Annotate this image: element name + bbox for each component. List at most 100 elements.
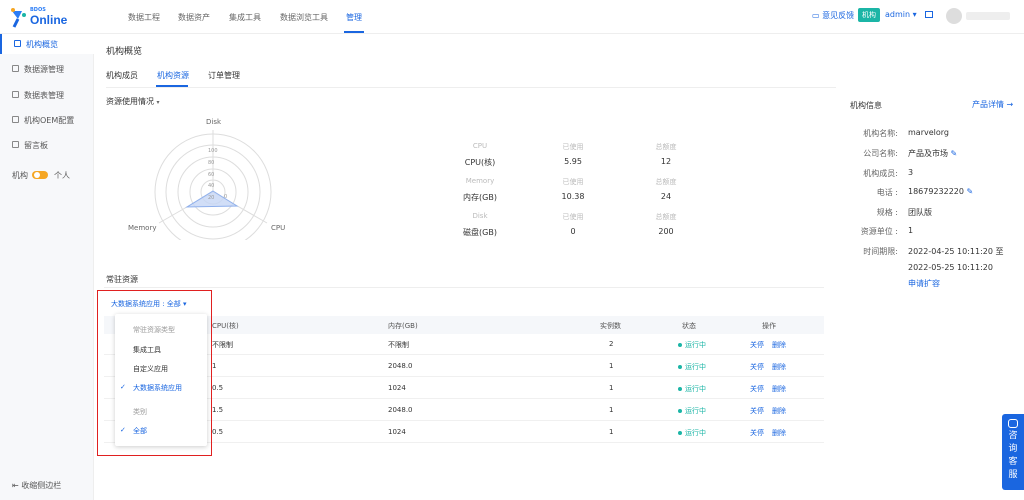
res-disk-total: 200: [658, 227, 674, 236]
cell-memory: 2048.0: [388, 362, 413, 370]
feedback-link[interactable]: ▭ 意见反馈: [812, 10, 854, 21]
info-value-period-start: 2022-04-25 10:11:20 至: [908, 247, 1004, 256]
admin-menu[interactable]: admin ▾: [885, 10, 917, 19]
sidebar-item-oem-config[interactable]: 机构OEM配置: [0, 110, 94, 130]
info-value-period-end: 2022-05-25 10:11:20: [908, 263, 993, 272]
res-cpu-total: 12: [660, 157, 672, 166]
nav-data-assets[interactable]: 数据资产: [178, 12, 210, 23]
tab-org-members[interactable]: 机构成员: [106, 70, 138, 81]
delete-button[interactable]: 删除: [772, 340, 786, 350]
info-label-spec: 规格 :: [876, 208, 898, 217]
info-value-members: 3: [908, 168, 914, 177]
section-divider: [104, 287, 824, 288]
collapse-sidebar-button[interactable]: ⇤ 收缩侧边栏: [12, 480, 61, 491]
delete-button[interactable]: 删除: [772, 362, 786, 372]
tab-org-resources[interactable]: 机构资源: [157, 70, 189, 81]
cell-cpu: 0.5: [212, 384, 224, 392]
nav-management[interactable]: 管理: [346, 12, 362, 23]
phone-label: 电话 :: [876, 188, 898, 197]
radar-tick: 80: [208, 160, 214, 166]
info-label-period: 时间期限:: [863, 247, 898, 256]
product-detail-link[interactable]: 产品详情 →: [972, 99, 1013, 110]
info-label-resource-unit: 资源单位 :: [860, 227, 898, 236]
table-row: 不限制 不限制 2 运行中 关停 删除: [104, 334, 824, 355]
cell-cpu: 不限制: [212, 341, 233, 349]
edit-icon[interactable]: ✎: [951, 149, 958, 158]
status-dot: [678, 365, 682, 369]
nav-data-engineering[interactable]: 数据工程: [128, 12, 160, 23]
tab-order-management[interactable]: 订单管理: [208, 70, 240, 81]
cell-memory: 1024: [388, 384, 406, 392]
resource-usage-label: 资源使用情况: [106, 97, 154, 106]
kefu-char: 客: [1008, 457, 1018, 467]
cell-cpu: 1.5: [212, 406, 224, 414]
resident-resources-label: 常驻资源: [106, 275, 138, 284]
info-label-members: 机构成员:: [863, 169, 898, 178]
res-total-header: 总额度: [655, 178, 677, 186]
kefu-char: 询: [1008, 444, 1018, 454]
oem-icon: [12, 116, 19, 123]
customer-service-button[interactable]: 咨 询 客 服: [1002, 414, 1024, 490]
delete-button[interactable]: 删除: [772, 384, 786, 394]
info-value-spec: 团队版: [908, 208, 932, 217]
org-personal-toggle[interactable]: [32, 171, 48, 179]
cell-status: 运行中: [678, 428, 706, 438]
status-text: 运行中: [685, 385, 706, 393]
stop-button[interactable]: 关停: [750, 406, 764, 416]
sidebar-item-datatable[interactable]: 数据表管理: [0, 85, 94, 105]
col-header-actions: 操作: [762, 322, 776, 330]
cell-instances: 1: [609, 362, 614, 370]
nav-integration-tools[interactable]: 集成工具: [229, 12, 261, 23]
kefu-char: 服: [1008, 470, 1018, 480]
monitor-icon[interactable]: [925, 11, 933, 18]
username-blurred: [966, 12, 1010, 20]
org-badge[interactable]: 机构: [858, 8, 880, 22]
sidebar-item-message-board[interactable]: 留言板: [0, 135, 94, 155]
phone-number: 18679232220: [908, 187, 964, 196]
cell-status: 运行中: [678, 384, 706, 394]
res-memory-total: 24: [660, 192, 672, 201]
resource-usage-toggle[interactable]: 资源使用情况 ▾: [106, 96, 160, 107]
res-used-header: 已使用: [562, 178, 584, 186]
feedback-label: 意见反馈: [822, 11, 855, 20]
sidebar-item-datasource[interactable]: 数据源管理: [0, 59, 94, 79]
delete-button[interactable]: 删除: [772, 428, 786, 438]
stop-button[interactable]: 关停: [750, 362, 764, 372]
res-used-header: 已使用: [562, 213, 584, 221]
table-row: 0.5 1024 1 运行中 关停 删除: [104, 378, 824, 399]
stop-button[interactable]: 关停: [750, 428, 764, 438]
status-dot: [678, 387, 682, 391]
logo[interactable]: BDOS Online: [8, 7, 78, 29]
radar-tick: 40: [208, 183, 214, 189]
radar-axis-label-memory: Memory: [128, 224, 156, 232]
sidebar-item-label: 机构OEM配置: [24, 116, 75, 125]
logo-icon: [11, 8, 26, 28]
res-row-cpu: CPU(核): [464, 158, 496, 167]
table-icon: [12, 91, 19, 98]
stop-button[interactable]: 关停: [750, 384, 764, 394]
sidebar-item-label: 数据源管理: [24, 65, 64, 74]
nav-data-browse-tools[interactable]: 数据浏览工具: [280, 12, 328, 23]
cell-memory: 1024: [388, 428, 406, 436]
res-cpu-used: 5.95: [564, 157, 582, 166]
cell-cpu: 1: [212, 362, 217, 370]
avatar[interactable]: [946, 8, 962, 24]
table-row: 1.5 2048.0 1 运行中 关停 删除: [104, 400, 824, 421]
apply-expansion-link[interactable]: 申请扩容: [908, 278, 940, 289]
stop-button[interactable]: 关停: [750, 340, 764, 350]
delete-button[interactable]: 删除: [772, 406, 786, 416]
radar-tick: 0: [224, 194, 227, 200]
edit-icon[interactable]: ✎: [967, 187, 974, 196]
cell-status: 运行中: [678, 362, 706, 372]
resident-table-header: CPU(核) 内存(GB) 实例数 状态 操作: [104, 316, 824, 334]
page-title: 机构概览: [106, 47, 143, 57]
info-value-resource-unit: 1: [908, 226, 914, 235]
datasource-icon: [12, 65, 19, 72]
sidebar-item-org-overview[interactable]: 机构概览: [0, 34, 94, 54]
resource-radar-chart: 100 80 60 40 20 0 Disk CPU Memory: [128, 118, 285, 240]
res-disk-used: 0: [570, 227, 576, 236]
table-row: 1 2048.0 1 运行中 关停 删除: [104, 356, 824, 377]
toggle-left-label: 机构: [12, 171, 28, 180]
top-bar: BDOS Online 数据工程 数据资产 集成工具 数据浏览工具 管理 ▭ 意…: [0, 0, 1024, 34]
cell-instances: 2: [609, 340, 614, 348]
